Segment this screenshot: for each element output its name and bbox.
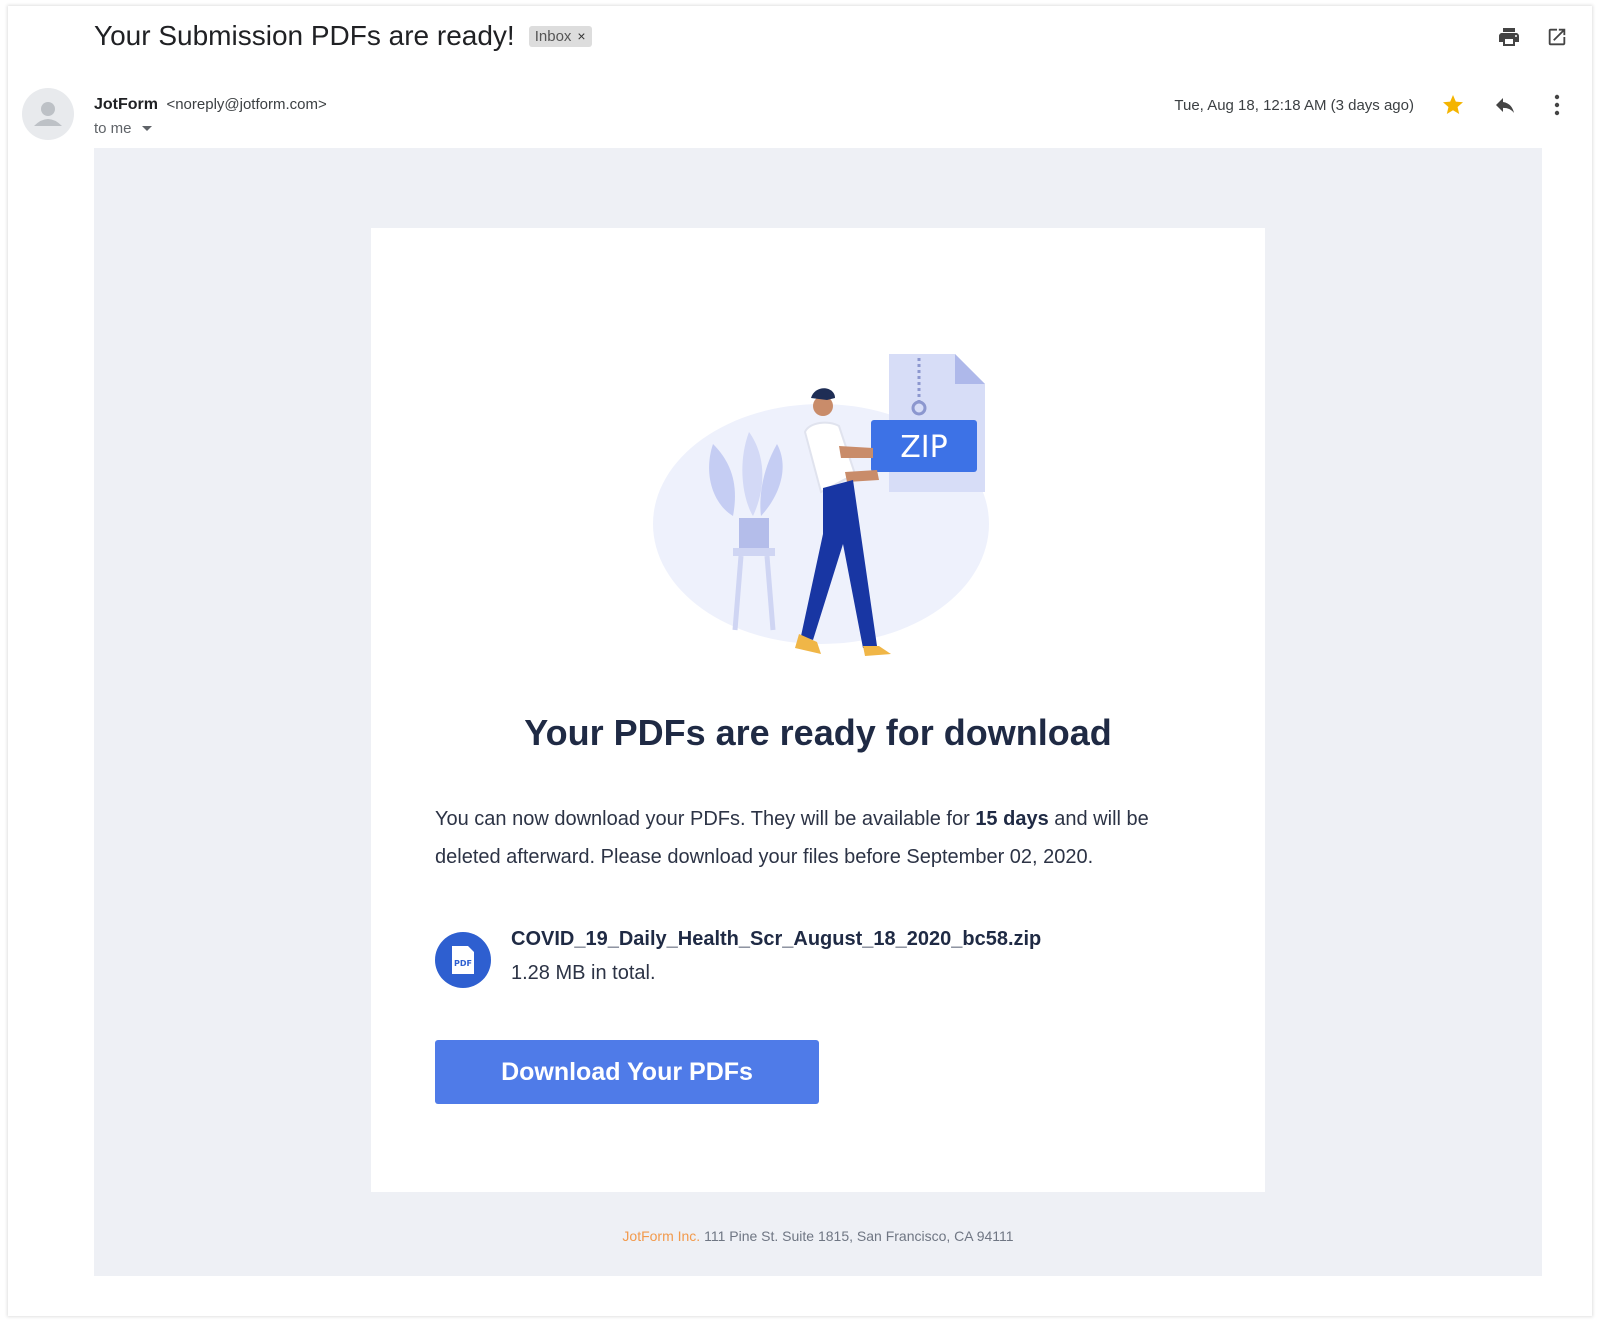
subject-row: Your Submission PDFs are ready! Inbox × <box>94 20 592 52</box>
email-view: Your Submission PDFs are ready! Inbox × … <box>8 6 1592 1316</box>
open-in-new-window-icon[interactable] <box>1544 24 1570 50</box>
message-meta: Tue, Aug 18, 12:18 AM (3 days ago) <box>1174 92 1570 118</box>
email-headline: Your PDFs are ready for download <box>524 712 1112 753</box>
body-text-part1: You can now download your PDFs. They wil… <box>435 808 976 830</box>
more-vert-icon[interactable] <box>1544 92 1570 118</box>
sender-email: <noreply@jotform.com> <box>166 96 327 113</box>
inbox-label-chip[interactable]: Inbox × <box>528 25 592 47</box>
message-date: Tue, Aug 18, 12:18 AM (3 days ago) <box>1174 96 1414 114</box>
thread-actions <box>1496 24 1570 50</box>
sender-name[interactable]: JotForm <box>94 96 158 113</box>
star-icon[interactable] <box>1440 92 1466 118</box>
email-subject: Your Submission PDFs are ready! <box>94 20 515 51</box>
footer-address: 111 Pine St. Suite 1815, San Francisco, … <box>700 1228 1014 1244</box>
zip-label: ZIP <box>900 430 948 465</box>
file-size: 1.28 MB in total. <box>511 962 656 984</box>
file-name: COVID_19_Daily_Health_Scr_August_18_2020… <box>511 928 1042 950</box>
email-card: ZIP Your PDFs are ready for download You… <box>371 228 1265 1192</box>
recipient-label: to me <box>94 120 132 137</box>
email-body-text: You can now download your PDFs. They wil… <box>435 800 1195 876</box>
print-icon[interactable] <box>1496 24 1522 50</box>
pdf-file-icon: PDF <box>435 932 491 988</box>
label-text: Inbox <box>534 27 572 45</box>
email-footer: JotForm Inc. 111 Pine St. Suite 1815, Sa… <box>94 1228 1542 1244</box>
download-illustration: ZIP <box>653 354 989 656</box>
attachment-info: PDF COVID_19_Daily_Health_Scr_August_18_… <box>435 924 1041 992</box>
email-body-background: ZIP Your PDFs are ready for download You… <box>94 148 1542 1276</box>
pdf-icon-label: PDF <box>454 959 472 968</box>
default-avatar-icon <box>34 102 62 126</box>
body-text-bold: 15 days <box>975 808 1049 830</box>
chevron-down-icon <box>141 126 152 131</box>
recipient-details-toggle[interactable]: to me <box>94 120 327 137</box>
sender-avatar <box>22 88 74 140</box>
sender-block: JotForm <noreply@jotform.com> to me <box>94 96 327 137</box>
remove-label-icon[interactable]: × <box>577 28 585 44</box>
file-info: COVID_19_Daily_Health_Scr_August_18_2020… <box>511 924 1041 992</box>
reply-icon[interactable] <box>1492 92 1518 118</box>
download-pdfs-button[interactable]: Download Your PDFs <box>435 1040 819 1104</box>
footer-brand-link[interactable]: JotForm Inc. <box>622 1228 700 1244</box>
